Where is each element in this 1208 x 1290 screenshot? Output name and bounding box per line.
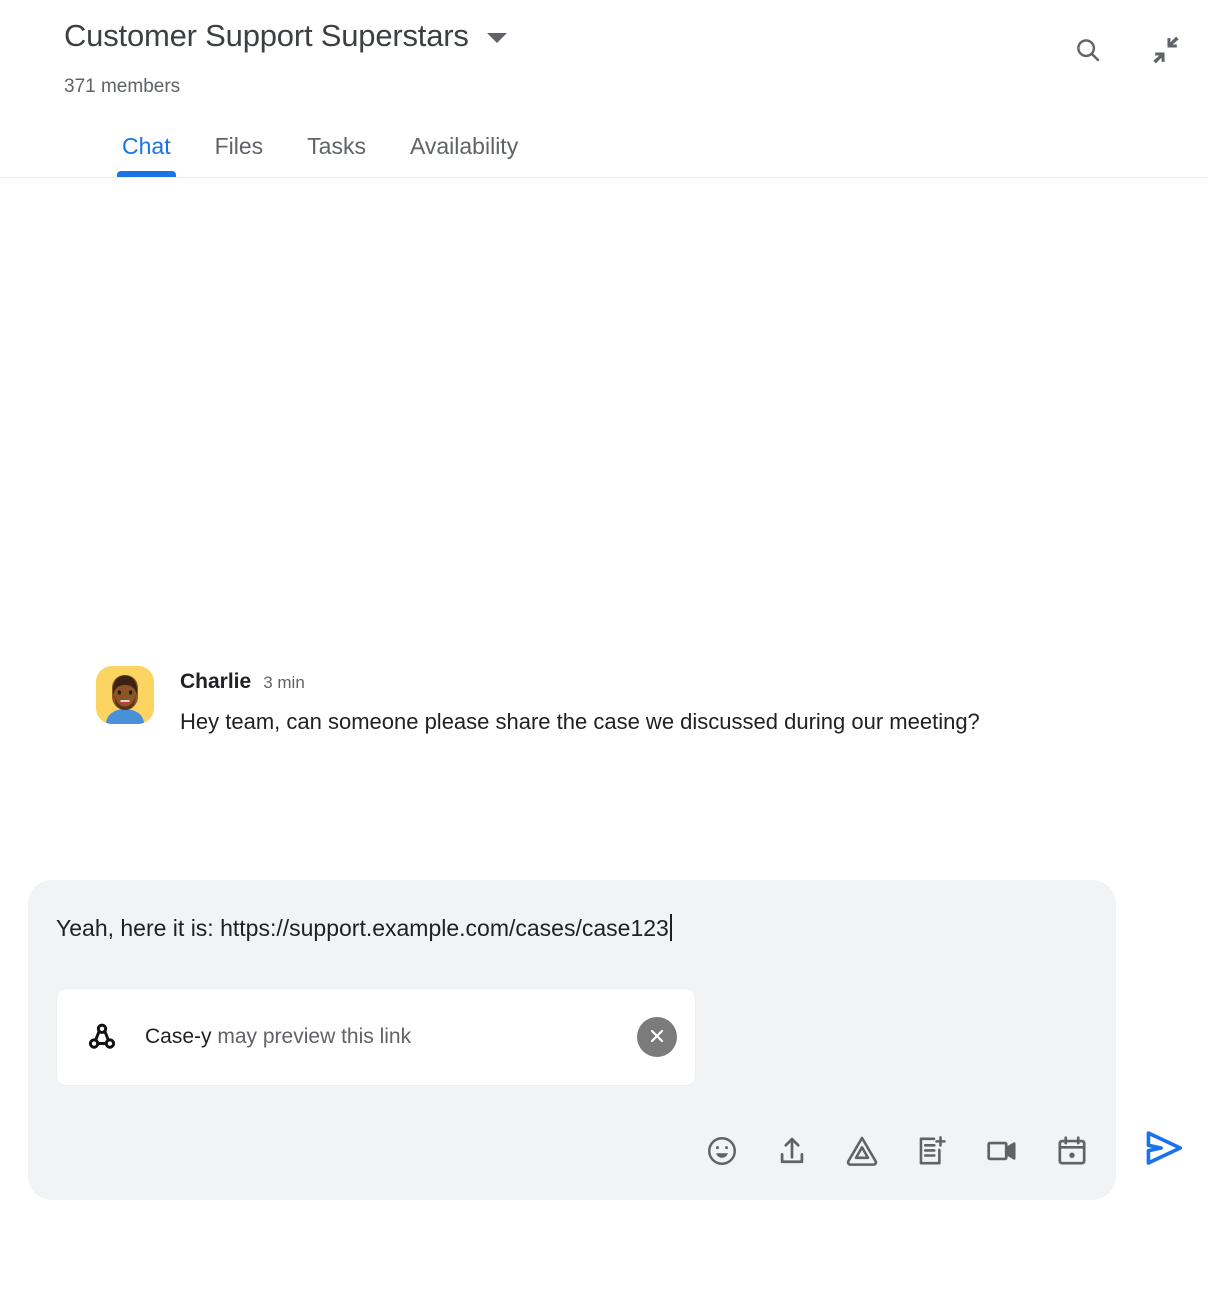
calendar-button[interactable] bbox=[1048, 1128, 1096, 1176]
emoji-button[interactable] bbox=[698, 1128, 746, 1176]
link-preview-close-button[interactable] bbox=[637, 1017, 677, 1057]
chevron-down-icon[interactable] bbox=[486, 33, 507, 43]
message-input[interactable]: Yeah, here it is: https://support.exampl… bbox=[56, 915, 669, 941]
link-preview-suffix: may preview this link bbox=[211, 1025, 412, 1048]
message-timestamp: 3 min bbox=[263, 673, 305, 692]
tab-files[interactable]: Files bbox=[193, 131, 286, 177]
message-author: Charlie bbox=[180, 670, 252, 693]
member-count: 371 members bbox=[64, 76, 181, 97]
emoji-icon bbox=[705, 1134, 739, 1171]
message-header: Charlie 3 min bbox=[180, 668, 1096, 696]
new-doc-button[interactable] bbox=[908, 1128, 956, 1176]
composer-toolbar bbox=[698, 1128, 1096, 1176]
new-document-icon bbox=[915, 1134, 949, 1171]
space-header: Customer Support Superstars 371 members bbox=[0, 0, 1208, 178]
google-drive-icon bbox=[845, 1134, 879, 1171]
close-icon bbox=[647, 1026, 667, 1049]
send-button[interactable] bbox=[1134, 1120, 1192, 1178]
tab-tasks[interactable]: Tasks bbox=[285, 131, 388, 177]
tab-chat[interactable]: Chat bbox=[100, 131, 193, 177]
upload-icon bbox=[775, 1134, 809, 1171]
text-cursor bbox=[669, 914, 672, 941]
upload-button[interactable] bbox=[768, 1128, 816, 1176]
link-preview-app-name: Case-y bbox=[145, 1025, 212, 1048]
tab-availability[interactable]: Availability bbox=[388, 131, 540, 177]
search-icon bbox=[1073, 35, 1103, 65]
message-text: Hey team, can someone please share the c… bbox=[180, 709, 980, 734]
page-title: Customer Support Superstars bbox=[64, 18, 469, 53]
link-preview-card: Case-y may preview this link bbox=[56, 988, 696, 1086]
composer-input-row: Yeah, here it is: https://support.exampl… bbox=[56, 912, 1088, 944]
message-list: Charlie 3 min Hey team, can someone plea… bbox=[0, 178, 1208, 878]
calendar-icon bbox=[1055, 1134, 1089, 1171]
composer-area: Yeah, here it is: https://support.exampl… bbox=[0, 880, 1208, 1200]
video-button[interactable] bbox=[978, 1128, 1026, 1176]
avatar[interactable] bbox=[96, 666, 154, 724]
space-tabs: Chat Files Tasks Availability bbox=[100, 131, 540, 177]
link-preview-text: Case-y may preview this link bbox=[145, 1023, 637, 1051]
message-item: Charlie 3 min Hey team, can someone plea… bbox=[96, 666, 1096, 742]
composer[interactable]: Yeah, here it is: https://support.exampl… bbox=[28, 880, 1116, 1200]
drive-button[interactable] bbox=[838, 1128, 886, 1176]
search-button[interactable] bbox=[1068, 30, 1108, 70]
message-body: Charlie 3 min Hey team, can someone plea… bbox=[180, 666, 1096, 742]
bearded-man-avatar-icon bbox=[96, 666, 154, 724]
send-icon bbox=[1140, 1125, 1186, 1174]
chat-space-panel: Customer Support Superstars 371 members bbox=[0, 0, 1208, 1290]
collapse-arrows-icon bbox=[1150, 34, 1182, 66]
video-camera-icon bbox=[985, 1134, 1019, 1171]
collapse-button[interactable] bbox=[1146, 30, 1186, 70]
header-actions bbox=[1068, 30, 1186, 70]
space-title-row[interactable]: Customer Support Superstars bbox=[64, 16, 507, 56]
webhook-icon bbox=[85, 1020, 119, 1054]
